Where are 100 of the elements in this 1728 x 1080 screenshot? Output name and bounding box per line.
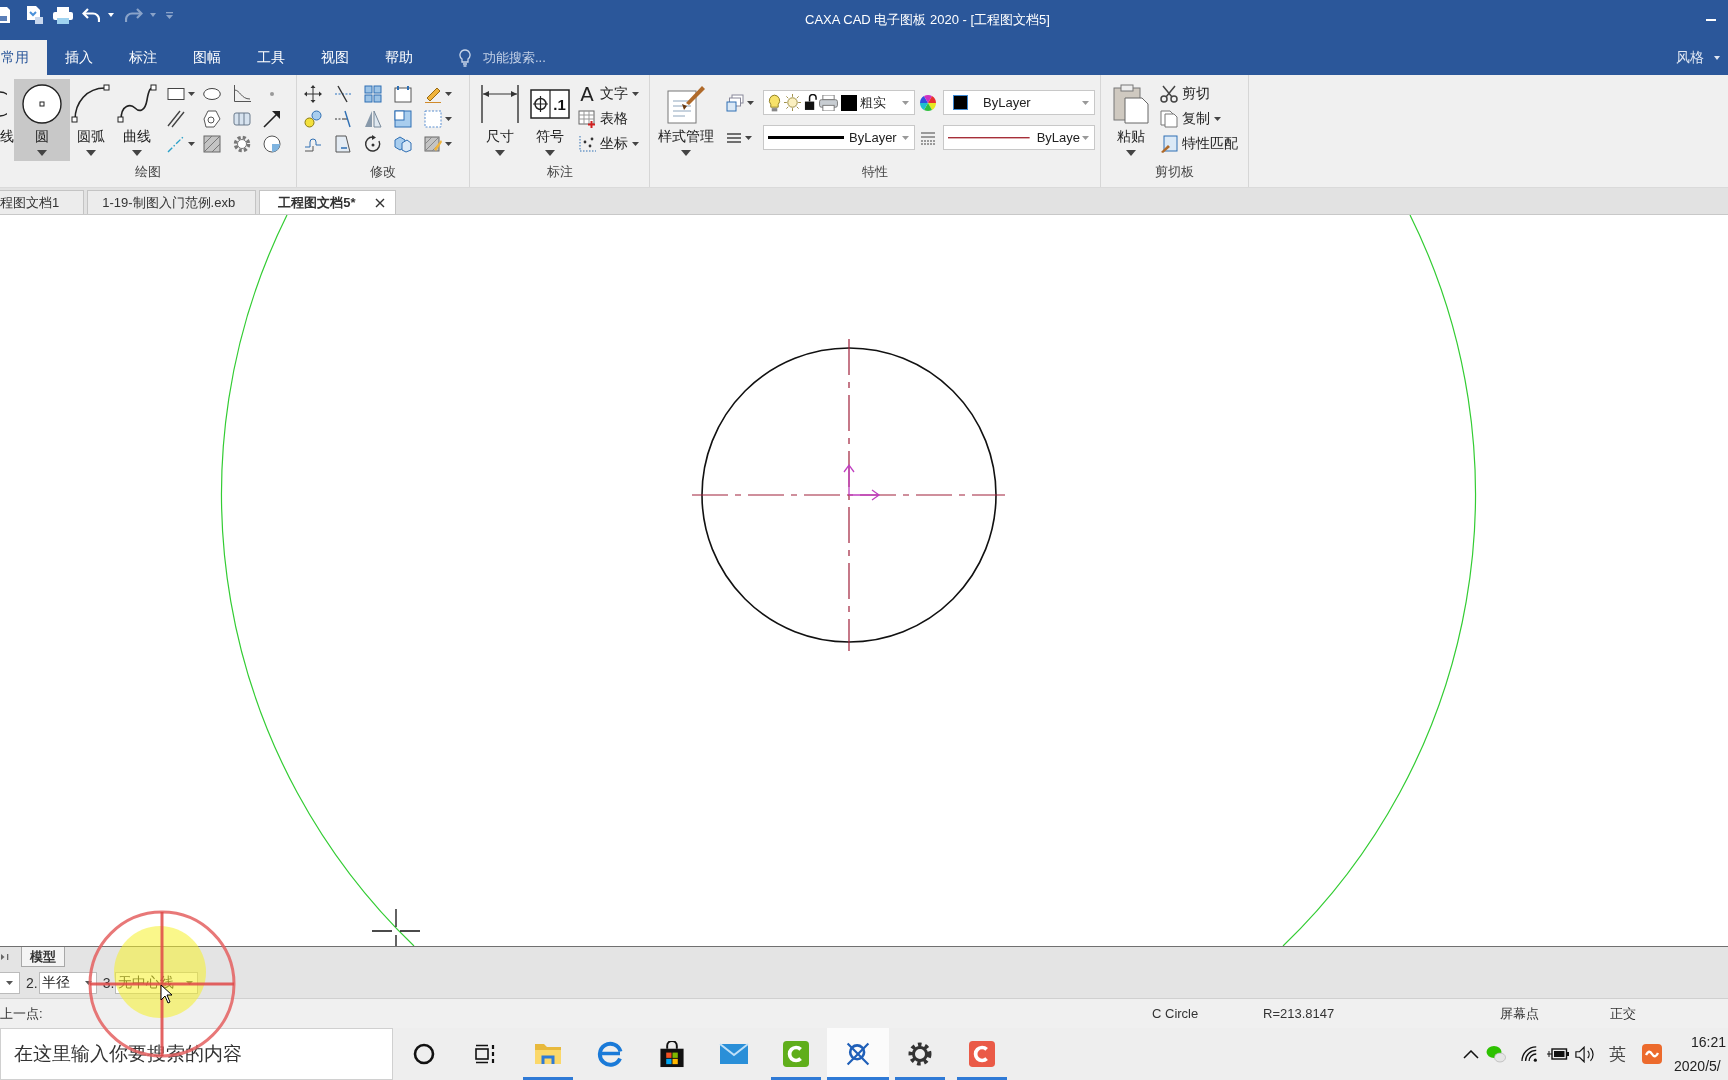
color-dropdown[interactable]: ByLayer	[943, 90, 1095, 115]
parallel-lines-icon[interactable]	[167, 109, 185, 128]
arc-icon	[71, 84, 111, 124]
caret-icon[interactable]	[188, 141, 195, 146]
feature-search-field[interactable]: 功能搜索...	[483, 50, 603, 65]
document-icon[interactable]	[25, 6, 43, 24]
scale-icon[interactable]	[394, 109, 412, 128]
clipboard-item[interactable]: 复制	[1160, 106, 1238, 131]
two-circles-icon[interactable]	[304, 109, 322, 128]
mode-toggle[interactable]: 正交	[1610, 1004, 1636, 1023]
boxes-icon[interactable]	[394, 134, 412, 153]
app-tile-icon	[782, 1041, 810, 1067]
trim-icon[interactable]	[334, 84, 352, 103]
line-type-dropdown[interactable]: ByLaye	[943, 125, 1095, 150]
ribbon-tab[interactable]: 图幅	[175, 40, 239, 75]
envelope-icon	[719, 1043, 749, 1065]
ribbon-tab[interactable]: 标注	[111, 40, 175, 75]
clipboard-item[interactable]: 剪切	[1160, 81, 1238, 106]
printer-icon[interactable]	[53, 6, 73, 24]
arrow-icon[interactable]	[263, 109, 281, 128]
mode-toggle[interactable]: 屏幕点	[1500, 1004, 1539, 1023]
sun-icon	[784, 94, 801, 111]
rotate-icon[interactable]	[364, 134, 382, 153]
document-tab[interactable]: 程图文档1	[0, 190, 85, 214]
shopping-bag-icon	[659, 1040, 685, 1068]
document-tab[interactable]: 1-19-制图入门范例.exb	[87, 190, 257, 214]
style-menu-button[interactable]: 风格	[1676, 48, 1720, 67]
draw-tool-button[interactable]: 线	[0, 79, 14, 161]
paste-button[interactable]: 粘贴	[1108, 79, 1154, 161]
ribbon-tab[interactable]: 视图	[303, 40, 367, 75]
layout-tab[interactable]: 模型	[21, 947, 65, 967]
battery-icon[interactable]	[1547, 1048, 1569, 1060]
ribbon-tab[interactable]: 帮助	[367, 40, 431, 75]
annotate-item[interactable]: 坐标	[578, 131, 639, 156]
option-dropdown[interactable]	[0, 972, 20, 994]
annotate-item[interactable]: A 文字	[578, 81, 639, 106]
table-icon	[578, 109, 596, 128]
scissors-icon	[1160, 84, 1178, 103]
customize-icon[interactable]	[166, 11, 173, 19]
annotate-tool-button[interactable]: .1 符号	[528, 79, 572, 161]
annotate-tool-button[interactable]: 尺寸	[478, 79, 522, 161]
clock-date[interactable]: 2020/5/	[1674, 1054, 1728, 1078]
option-number: 2.	[26, 975, 38, 991]
layer-dropdown[interactable]: 粗实	[763, 90, 915, 115]
clipboard-icon	[1111, 84, 1151, 124]
taskbar-button[interactable]	[827, 1028, 889, 1080]
caret-icon[interactable]	[188, 91, 195, 96]
caret-icon[interactable]	[445, 91, 452, 96]
caret-icon[interactable]	[108, 13, 114, 17]
annotate-item[interactable]: 表格	[578, 106, 639, 131]
redo-icon[interactable]	[125, 8, 143, 22]
draw-tool-button[interactable]: 圆弧	[70, 79, 112, 161]
line-width-dropdown[interactable]: ByLayer	[763, 125, 915, 150]
curve-graph-icon[interactable]	[233, 84, 251, 103]
caret-icon	[902, 135, 909, 140]
next-tab-icon[interactable]	[1, 953, 9, 961]
point-icon[interactable]	[270, 91, 274, 96]
caret-icon	[6, 981, 13, 985]
curve-icon	[117, 84, 157, 124]
clipboard-item[interactable]: 特性匹配	[1160, 131, 1238, 156]
option-dropdown[interactable]: 半径	[38, 972, 97, 994]
speaker-icon[interactable]	[1575, 1045, 1595, 1063]
clock-time[interactable]: 16:21	[1691, 1030, 1728, 1054]
chevron-up-icon[interactable]	[1463, 1049, 1479, 1059]
close-icon[interactable]	[375, 197, 386, 208]
unlocked-padlock-icon	[804, 94, 817, 111]
undo-icon[interactable]	[82, 8, 100, 22]
caret-icon	[186, 981, 194, 985]
grid-icon[interactable]	[364, 84, 382, 103]
input-method-icon[interactable]	[1642, 1044, 1662, 1064]
settings-icon	[908, 1042, 932, 1066]
group-label: 修改	[370, 163, 396, 181]
color-wheel-icon[interactable]	[919, 93, 937, 112]
ribbon-tab[interactable]: 常用	[0, 40, 47, 75]
brush-page-icon	[1160, 134, 1178, 153]
style-manager-button[interactable]: 样式管理	[655, 79, 716, 161]
ribbon-tab[interactable]: 插入	[47, 40, 111, 75]
caret-icon[interactable]	[445, 116, 452, 121]
extend-icon[interactable]	[334, 109, 352, 128]
hatch-icon[interactable]	[203, 134, 221, 153]
caret-icon[interactable]	[445, 141, 452, 146]
wifi-icon[interactable]	[1521, 1046, 1539, 1062]
caret-icon[interactable]	[747, 100, 754, 105]
ribbon-tab[interactable]: 工具	[239, 40, 303, 75]
letter-icon: A	[578, 84, 596, 103]
stretch-icon[interactable]	[334, 134, 352, 153]
pie-icon[interactable]	[263, 134, 281, 153]
polygon-icon[interactable]	[203, 109, 221, 128]
mirror-icon[interactable]	[364, 109, 382, 128]
input-mode-indicator[interactable]: 英	[1609, 1042, 1626, 1066]
frame-icon[interactable]	[394, 84, 412, 103]
cylinder-icon[interactable]	[233, 109, 251, 128]
draw-tool-button[interactable]: 曲线	[112, 79, 162, 161]
document-tab[interactable]: 工程图文档5*	[259, 190, 397, 214]
gear-icon[interactable]	[233, 134, 251, 153]
move-icon[interactable]	[304, 84, 322, 103]
lines-icon[interactable]	[726, 131, 742, 144]
caret-icon[interactable]	[745, 135, 752, 140]
draw-tool-button[interactable]: 圆	[14, 79, 70, 161]
lightbulb-icon	[459, 48, 471, 67]
